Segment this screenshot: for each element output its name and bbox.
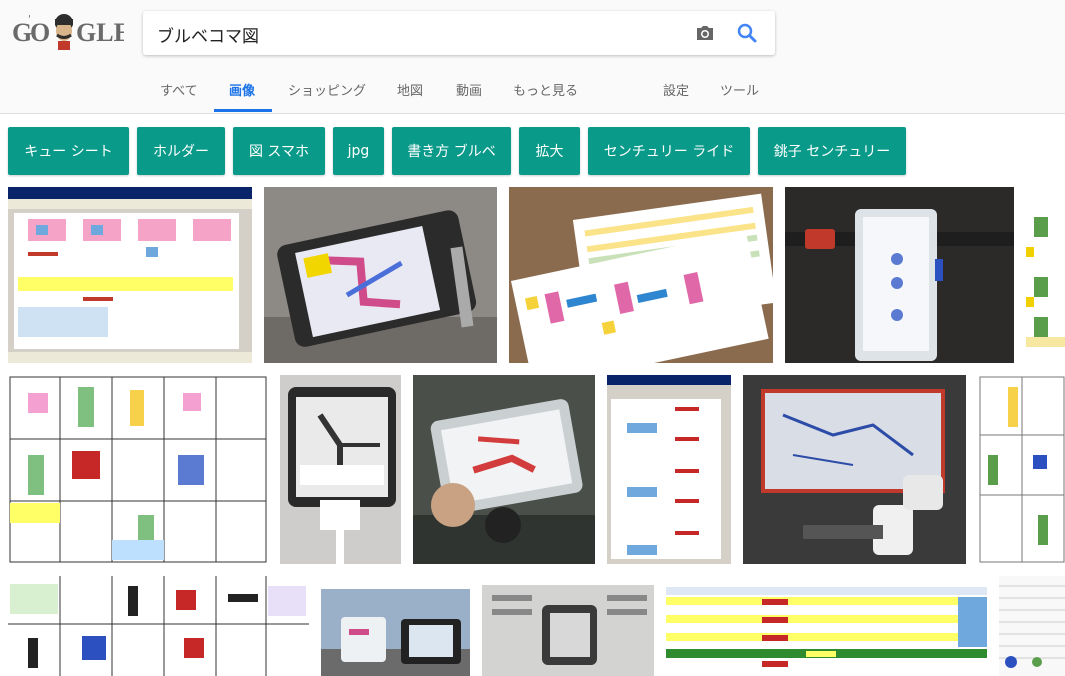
tab-shopping[interactable]: ショッピング [288, 80, 366, 99]
search-tabs: すべて 画像 ショッピング 地図 動画 もっと見る 設定 ツール [0, 70, 1065, 112]
image-result[interactable] [280, 375, 401, 564]
chip-zoom[interactable]: 拡大 [519, 127, 580, 175]
image-result[interactable] [743, 375, 966, 564]
header: G O ' GLE ブルベコマ図 すべて 画像 ショッピング 地図 動画 もっと… [0, 0, 1065, 114]
image-result[interactable] [321, 589, 470, 676]
image-result[interactable] [413, 375, 595, 564]
search-input[interactable]: ブルベコマ図 [157, 22, 259, 47]
image-result[interactable] [785, 187, 1014, 363]
image-result[interactable] [607, 375, 731, 564]
chip-cue-sheet[interactable]: キュー シート [8, 127, 129, 175]
related-search-chips: キュー シート ホルダー 図 スマホ jpg 書き方 ブルベ 拡大 センチュリー… [0, 127, 1065, 175]
search-icon[interactable] [735, 21, 759, 45]
tab-tools[interactable]: ツール [720, 80, 759, 99]
image-result[interactable] [8, 187, 252, 363]
search-box[interactable]: ブルベコマ図 [143, 11, 775, 55]
image-result[interactable] [978, 375, 1065, 564]
image-result[interactable] [482, 585, 654, 676]
chip-choshi-century[interactable]: 銚子 センチュリー [758, 127, 906, 175]
tab-all[interactable]: すべて [160, 80, 198, 99]
google-doodle-logo[interactable]: G O ' GLE [12, 10, 131, 50]
tab-settings[interactable]: 設定 [663, 80, 689, 99]
image-result[interactable] [1026, 187, 1065, 363]
svg-text:': ' [28, 14, 31, 25]
chip-holder[interactable]: ホルダー [137, 127, 225, 175]
tab-videos[interactable]: 動画 [456, 80, 482, 99]
image-result[interactable] [264, 187, 497, 363]
tab-maps[interactable]: 地図 [397, 80, 423, 99]
svg-text:O: O [30, 18, 50, 47]
image-result[interactable] [8, 375, 268, 564]
chip-jpg[interactable]: jpg [333, 127, 384, 175]
chip-how-to-write[interactable]: 書き方 ブルベ [392, 127, 511, 175]
camera-icon[interactable] [693, 21, 717, 45]
tab-more[interactable]: もっと見る [513, 80, 578, 99]
image-result[interactable] [509, 187, 773, 363]
chip-century-ride[interactable]: センチュリー ライド [588, 127, 750, 175]
active-tab-indicator [214, 109, 272, 112]
image-result[interactable] [666, 587, 987, 676]
chip-map-smartphone[interactable]: 図 スマホ [233, 127, 325, 175]
tab-images[interactable]: 画像 [229, 80, 255, 99]
svg-text:GLE: GLE [76, 18, 124, 47]
image-result[interactable] [8, 576, 309, 676]
image-result[interactable] [999, 576, 1065, 676]
